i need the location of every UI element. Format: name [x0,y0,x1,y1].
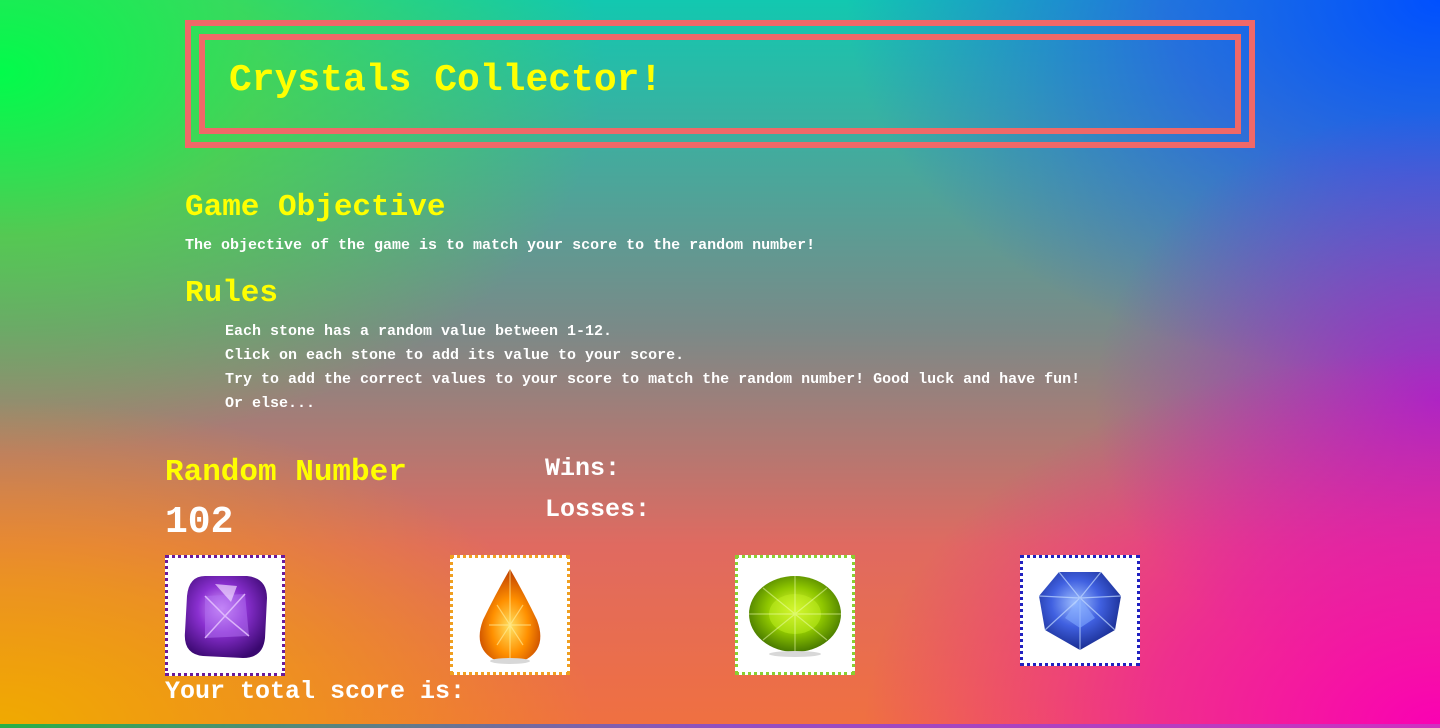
rules-list: Each stone has a random value between 1-… [225,320,1080,416]
citrine-icon [479,569,541,664]
rule-item: Click on each stone to add its value to … [225,347,685,364]
total-score-label: Your total score is: [165,677,466,706]
rules-heading: Rules [185,276,279,311]
crystal-button-peridot[interactable] [735,555,855,675]
random-number-label: Random Number [165,455,407,490]
amethyst-icon [184,575,267,658]
header-inner-frame: Crystals Collector! [199,34,1241,134]
random-number-value: 102 [165,501,234,544]
rule-item: Try to add the correct values to your sc… [225,371,1081,388]
rule-item: Each stone has a random value between 1-… [225,323,613,340]
wins-label: Wins: [545,454,621,483]
header-banner: Crystals Collector! [185,20,1255,148]
peridot-icon [749,576,841,657]
page-title: Crystals Collector! [229,59,663,102]
crystal-button-sapphire[interactable] [1020,555,1140,666]
crystal-button-citrine[interactable] [450,555,570,675]
bottom-divider [0,724,1440,728]
objective-heading: Game Objective [185,190,446,225]
losses-label: Losses: [545,495,651,524]
sapphire-icon [1038,571,1122,650]
rule-item: Or else... [225,395,316,412]
crystal-button-amethyst[interactable] [165,555,285,676]
objective-text: The objective of the game is to match yo… [185,237,816,254]
